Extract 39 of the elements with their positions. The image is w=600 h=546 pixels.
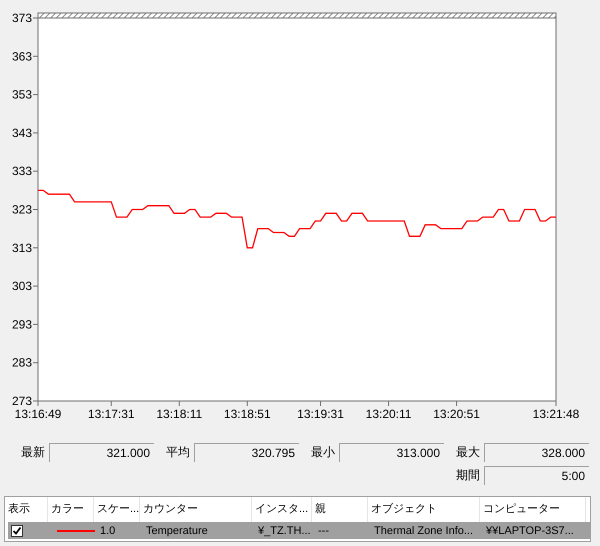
column-header[interactable]: 表示 [5,497,48,522]
stat-value-field: 5:00 [484,466,589,485]
table-cell: --- [318,524,329,536]
x-tick-label: 13:16:49 [14,407,62,421]
stat-label: 最新 [20,444,45,461]
stat-label: 最大 [455,444,480,461]
stat-label: 期間 [455,467,480,484]
stat-value-field: 328.000 [484,443,589,462]
column-header[interactable]: 親 [312,497,368,522]
stat-label: 平均 [165,444,190,461]
x-tick-label: 13:20:51 [433,407,480,421]
x-tick-label: 13:18:11 [156,407,202,421]
y-tick-label: 373 [12,11,32,25]
table-cell: Thermal Zone Info... [374,524,474,536]
table-row[interactable]: 1.0 Temperature ¥_TZ.TH... --- Thermal Zone Info... ¥¥LAPTOP-3S7... [8,522,590,539]
table-cell: ¥_TZ.TH... [258,524,311,536]
x-tick-label: 13:20:11 [366,407,412,421]
table-cell: ¥¥LAPTOP-3S7... [486,524,574,536]
x-tick-label: 13:17:31 [88,407,135,421]
x-tick-label: 13:18:51 [224,407,271,421]
x-tick-label: 13:19:31 [297,407,344,421]
checkbox[interactable] [11,524,23,536]
stat-value-field: 321.000 [49,443,154,462]
y-tick-label: 283 [12,356,32,370]
y-tick-label: 343 [12,126,32,140]
table-cell: 1.0 [100,524,116,536]
y-tick-label: 323 [12,202,32,216]
y-tick-label: 363 [12,49,32,64]
y-tick-label: 333 [12,164,32,178]
y-tick-label: 353 [12,88,32,102]
table-cell: Temperature [146,524,208,536]
y-tick-label: 293 [12,317,32,332]
y-tick-label: 313 [12,240,32,255]
y-tick-label: 303 [12,279,32,294]
y-tick-label: 273 [12,394,32,408]
stat-label: 最小 [310,444,335,461]
stat-value-field: 320.795 [194,443,299,462]
x-tick-label: 13:21:48 [532,407,580,421]
stat-value-field: 313.000 [339,443,444,462]
